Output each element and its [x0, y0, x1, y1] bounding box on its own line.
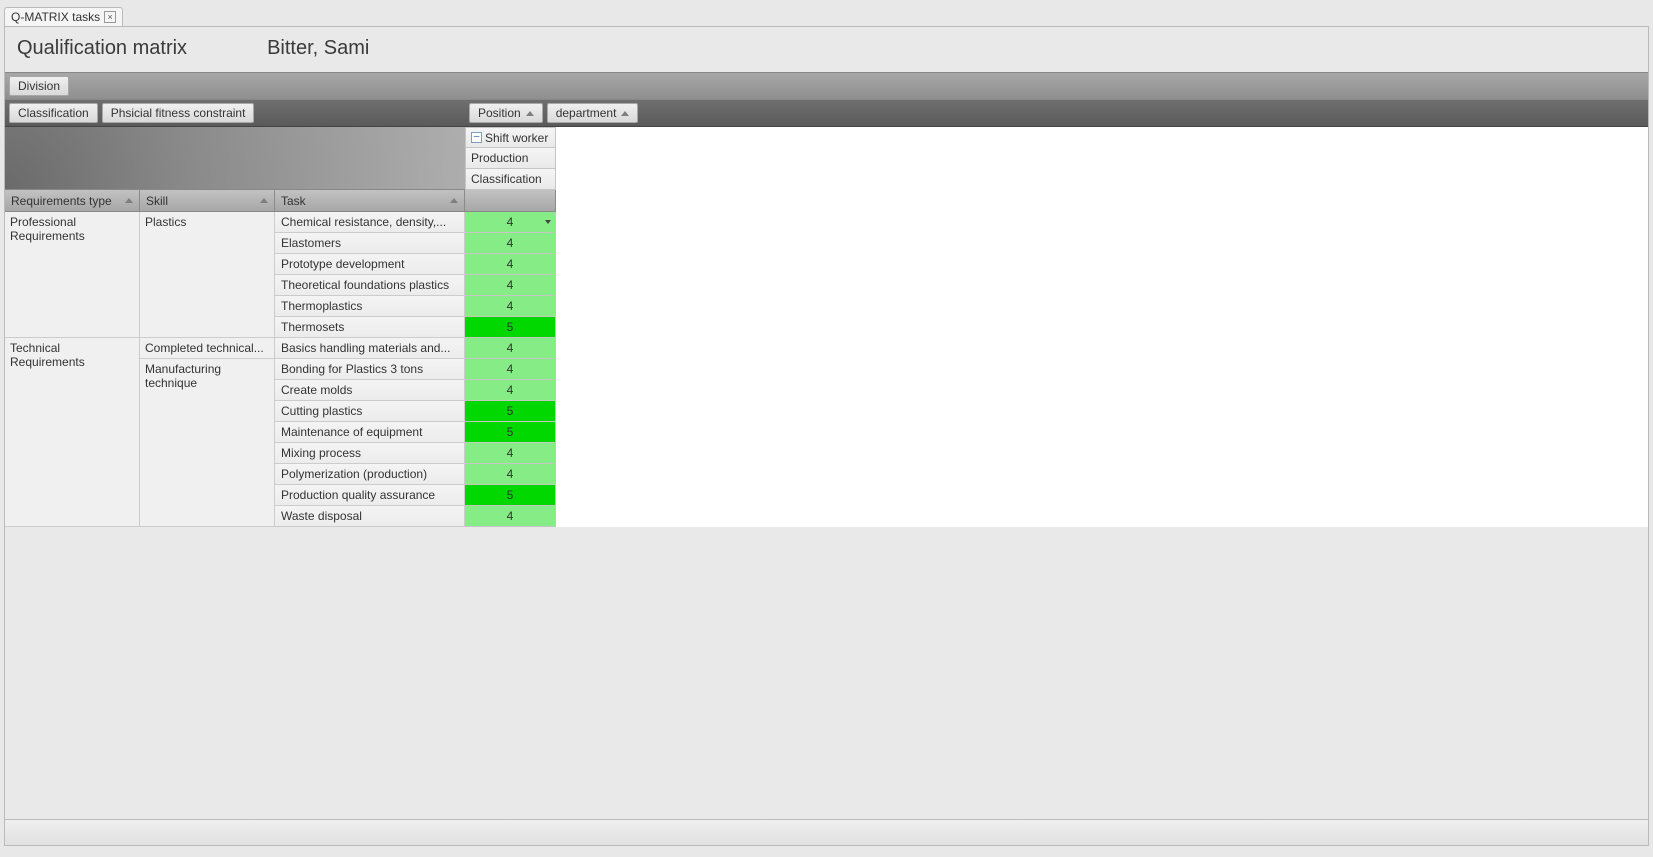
tab-qmatrix[interactable]: Q-MATRIX tasks ×: [4, 7, 123, 26]
close-icon[interactable]: ×: [104, 11, 116, 23]
footer-bar: [5, 819, 1648, 845]
value-cell[interactable]: 4: [465, 359, 556, 380]
skill-cell: Plastics: [140, 212, 275, 338]
filter-chip-label: Position: [478, 106, 521, 120]
value-cell[interactable]: 5: [465, 422, 556, 443]
value-cell[interactable]: 4: [465, 296, 556, 317]
left-header-spacer: [5, 127, 465, 190]
main-panel: Qualification matrix Bitter, Sami Divisi…: [4, 26, 1649, 846]
right-header-label: Shift worker: [485, 131, 548, 145]
value-column: 444445444554454: [465, 212, 556, 527]
task-cell[interactable]: Elastomers: [275, 233, 465, 254]
filter-chip-department[interactable]: department: [547, 103, 639, 123]
filter-chip-label: department: [556, 106, 617, 120]
filter-chip-classification[interactable]: Classification: [9, 103, 98, 123]
task-cell[interactable]: Production quality assurance: [275, 485, 465, 506]
right-header-department[interactable]: Production: [465, 148, 556, 169]
right-columns: ‒ Shift worker Production Classification…: [465, 127, 556, 527]
filter-chip-physical-fitness[interactable]: Phsicial fitness constraint: [102, 103, 255, 123]
reqtype-cell: Professional Requirements: [5, 212, 140, 338]
title-bar: Qualification matrix Bitter, Sami: [5, 27, 1648, 72]
filter-chip-label: Phsicial fitness constraint: [111, 106, 246, 120]
right-header-position[interactable]: ‒ Shift worker: [465, 127, 556, 148]
value-cell[interactable]: 5: [465, 485, 556, 506]
skill-cell: Completed technical...: [140, 338, 275, 359]
task-cell[interactable]: Theoretical foundations plastics: [275, 275, 465, 296]
value-cell[interactable]: 4: [465, 233, 556, 254]
column-header-label: Skill: [146, 194, 168, 208]
column-header-label: Requirements type: [11, 194, 112, 208]
task-cell[interactable]: Mixing process: [275, 443, 465, 464]
grid: Requirements type Skill Task Professiona…: [5, 127, 1648, 527]
value-cell[interactable]: 4: [465, 338, 556, 359]
column-header-label: Task: [281, 194, 306, 208]
right-header-label: Classification: [471, 172, 542, 186]
value-cell[interactable]: 5: [465, 317, 556, 338]
value-cell[interactable]: 4: [465, 506, 556, 527]
task-cell[interactable]: Maintenance of equipment: [275, 422, 465, 443]
task-cell[interactable]: Bonding for Plastics 3 tons: [275, 359, 465, 380]
sort-asc-icon: [260, 198, 268, 203]
task-column: Chemical resistance, density,...Elastome…: [275, 212, 465, 527]
filter-right-group: Position department: [465, 100, 642, 126]
reqtype-column: Professional RequirementsTechnical Requi…: [5, 212, 140, 527]
value-cell[interactable]: 4: [465, 464, 556, 485]
column-header-skill[interactable]: Skill: [140, 190, 275, 211]
task-cell[interactable]: Basics handling materials and...: [275, 338, 465, 359]
column-header-reqtype[interactable]: Requirements type: [5, 190, 140, 211]
tab-bar: Q-MATRIX tasks ×: [4, 4, 1649, 26]
right-header-classification[interactable]: Classification: [465, 169, 556, 190]
sort-asc-icon: [526, 111, 534, 116]
task-cell[interactable]: Cutting plastics: [275, 401, 465, 422]
division-bar: Division: [5, 72, 1648, 100]
right-column-header-row: [465, 190, 556, 212]
value-cell[interactable]: 4: [465, 380, 556, 401]
task-cell[interactable]: Create molds: [275, 380, 465, 401]
right-header-stack: ‒ Shift worker Production Classification: [465, 127, 556, 190]
right-column-header-blank: [465, 190, 556, 211]
filter-row: Classification Phsicial fitness constrai…: [5, 100, 1648, 127]
task-cell[interactable]: Chemical resistance, density,...: [275, 212, 465, 233]
reqtype-cell: Technical Requirements: [5, 338, 140, 527]
column-header-task[interactable]: Task: [275, 190, 465, 211]
division-chip[interactable]: Division: [9, 76, 69, 96]
filter-left-group: Classification Phsicial fitness constrai…: [5, 100, 465, 126]
filter-chip-position[interactable]: Position: [469, 103, 543, 123]
value-cell[interactable]: 5: [465, 401, 556, 422]
column-header-row: Requirements type Skill Task: [5, 190, 465, 212]
task-cell[interactable]: Waste disposal: [275, 506, 465, 527]
task-cell[interactable]: Prototype development: [275, 254, 465, 275]
tab-label: Q-MATRIX tasks: [11, 10, 100, 24]
value-cell[interactable]: 4: [465, 254, 556, 275]
task-cell[interactable]: Polymerization (production): [275, 464, 465, 485]
person-name: Bitter, Sami: [267, 37, 369, 60]
collapse-icon[interactable]: ‒: [471, 132, 482, 143]
page-title: Qualification matrix: [17, 37, 187, 60]
skill-column: PlasticsCompleted technical...Manufactur…: [140, 212, 275, 527]
task-cell[interactable]: Thermosets: [275, 317, 465, 338]
sort-asc-icon: [450, 198, 458, 203]
sort-asc-icon: [621, 111, 629, 116]
left-columns: Requirements type Skill Task Professiona…: [5, 127, 465, 527]
left-body: Professional RequirementsTechnical Requi…: [5, 212, 465, 527]
division-chip-label: Division: [18, 79, 60, 93]
value-cell[interactable]: 4: [465, 212, 556, 233]
value-cell[interactable]: 4: [465, 443, 556, 464]
task-cell[interactable]: Thermoplastics: [275, 296, 465, 317]
skill-cell: Manufacturing technique: [140, 359, 275, 527]
right-header-label: Production: [471, 151, 528, 165]
sort-asc-icon: [125, 198, 133, 203]
filter-chip-label: Classification: [18, 106, 89, 120]
value-cell[interactable]: 4: [465, 275, 556, 296]
